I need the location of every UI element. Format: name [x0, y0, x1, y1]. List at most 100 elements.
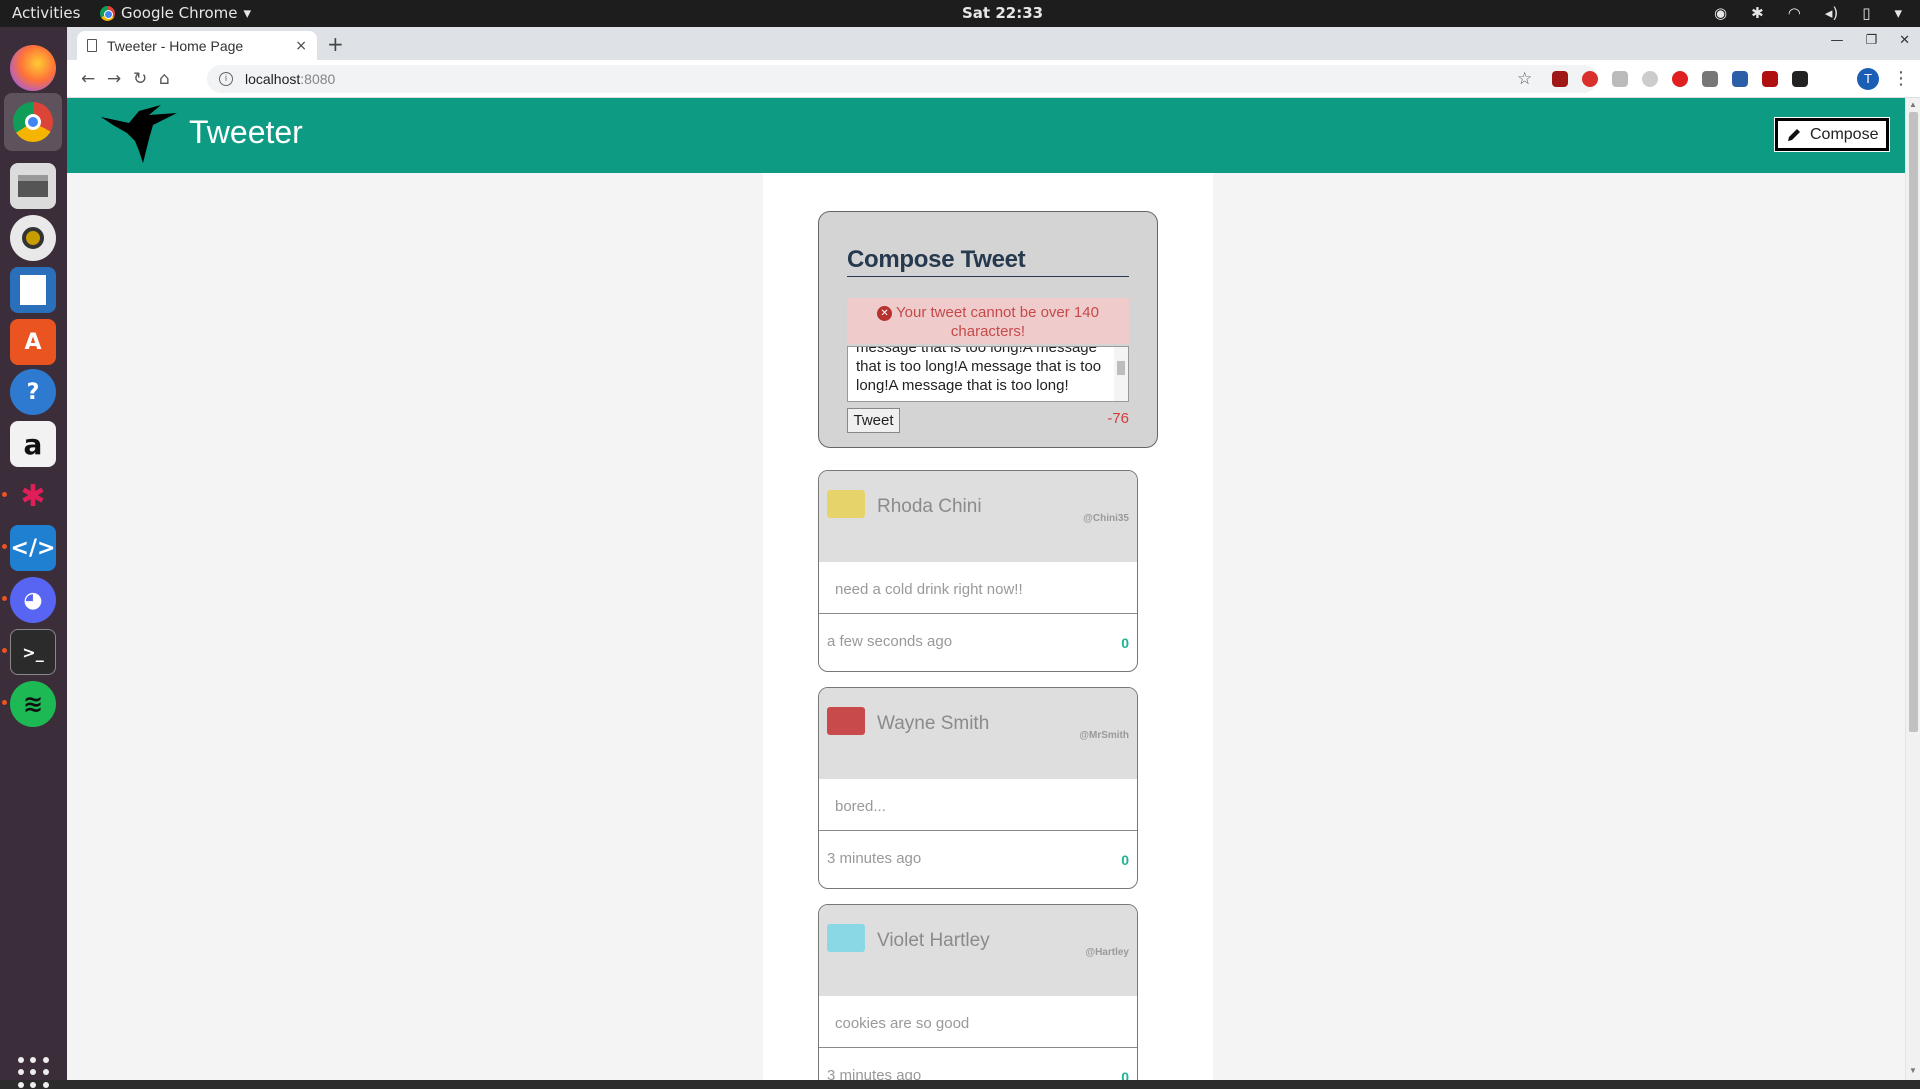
writer-icon[interactable] [10, 267, 56, 313]
divider [819, 1047, 1137, 1048]
show-applications-icon[interactable] [18, 1057, 50, 1089]
running-indicator [2, 492, 7, 497]
running-indicator [2, 596, 7, 601]
spotify-icon[interactable]: ≋ [10, 681, 56, 727]
wifi-icon[interactable]: ◠ [1788, 4, 1801, 22]
software-center-icon[interactable]: A [10, 319, 56, 365]
tweet-text: cookies are so good [835, 1015, 970, 1032]
site-header: Tweeter Compose [67, 98, 1905, 173]
compose-button[interactable]: Compose [1775, 118, 1890, 151]
tweet-author-name: Wayne Smith [877, 713, 990, 734]
pencil-icon [1788, 128, 1800, 141]
discord-tray-icon[interactable]: ◉ [1714, 4, 1727, 22]
close-window-button[interactable]: ✕ [1899, 33, 1910, 48]
bookmark-star-icon[interactable]: ☆ [1517, 69, 1532, 89]
maximize-button[interactable]: ❐ [1865, 33, 1877, 48]
page-icon [87, 39, 97, 52]
chrome-icon [13, 102, 53, 142]
scrollbar-thumb[interactable] [1909, 112, 1918, 732]
extensions-area [1552, 71, 1808, 87]
discord-icon[interactable]: ◕ [10, 577, 56, 623]
new-tab-button[interactable]: + [327, 32, 344, 56]
home-button[interactable]: ⌂ [159, 69, 170, 89]
toolbar: ← → ↻ ⌂ i localhost :8080 ☆ T ⋮ [67, 60, 1920, 98]
firefox-icon[interactable] [10, 45, 56, 91]
extension-icon[interactable] [1702, 71, 1718, 87]
browser-window: Tweeter - Home Page × + — ❐ ✕ ← → ↻ ⌂ i … [67, 27, 1920, 1080]
url-host: localhost [245, 71, 301, 87]
tweet-text: bored... [835, 798, 886, 815]
reload-button[interactable]: ↻ [133, 69, 147, 89]
extension-icon[interactable] [1792, 71, 1808, 87]
tweet-author-name: Violet Hartley [877, 930, 990, 951]
extension-icon[interactable] [1582, 71, 1598, 87]
tab-title: Tweeter - Home Page [107, 37, 244, 54]
site-info-icon[interactable]: i [219, 72, 233, 86]
window-controls: — ❐ ✕ [1830, 33, 1910, 48]
extension-icon[interactable] [1642, 71, 1658, 87]
slack-tray-icon[interactable]: ✱ [1751, 4, 1764, 22]
running-indicator [2, 700, 7, 705]
main-column: Compose Tweet ✕ Your tweet cannot be over… [763, 173, 1213, 1080]
forward-button[interactable]: → [107, 69, 121, 89]
avatar [827, 707, 865, 735]
tab-tweeter-home[interactable]: Tweeter - Home Page × [77, 31, 317, 60]
extension-icon[interactable] [1732, 71, 1748, 87]
battery-icon[interactable]: ▯ [1862, 4, 1870, 22]
extension-icon[interactable] [1762, 71, 1778, 87]
vscode-icon[interactable]: </> [10, 525, 56, 571]
tweet-textarea[interactable]: message that is too long!A message that … [847, 346, 1129, 402]
chrome-dock-item[interactable] [4, 93, 62, 151]
scroll-down-icon[interactable]: ▼ [1909, 1066, 1917, 1075]
hummingbird-logo-icon [101, 105, 177, 163]
help-icon[interactable]: ? [10, 369, 56, 415]
tweet-author-handle: @Hartley [1085, 947, 1129, 958]
volume-icon[interactable]: ◂) [1825, 4, 1838, 22]
textarea-scrollbar[interactable] [1114, 347, 1128, 401]
tweet-header: Rhoda Chini @Chini35 [819, 471, 1137, 562]
amazon-icon[interactable]: a [10, 421, 56, 467]
files-icon[interactable] [10, 163, 56, 209]
scroll-up-icon[interactable]: ▲ [1909, 100, 1917, 109]
app-menu[interactable]: Google Chrome ▾ [100, 4, 251, 22]
profile-avatar[interactable]: T [1857, 68, 1879, 90]
extension-icon[interactable] [1672, 71, 1688, 87]
tab-close-icon[interactable]: × [295, 38, 307, 54]
back-button[interactable]: ← [81, 69, 95, 89]
tweet-header: Violet Hartley @Hartley [819, 905, 1137, 996]
like-count[interactable]: 0 [1121, 1069, 1129, 1080]
terminal-icon[interactable]: >_ [10, 629, 56, 675]
like-count[interactable]: 0 [1121, 852, 1129, 868]
clock[interactable]: Sat 22:33 [962, 4, 1043, 22]
character-counter: -76 [1107, 410, 1129, 427]
like-count[interactable]: 0 [1121, 635, 1129, 651]
address-bar[interactable]: i localhost :8080 [207, 65, 1597, 93]
compose-tweet-panel: Compose Tweet ✕ Your tweet cannot be over… [818, 211, 1158, 448]
tweet-text: need a cold drink right now!! [835, 581, 1023, 598]
divider [819, 830, 1137, 831]
tweet-card: Rhoda Chini @Chini35 need a cold drink r… [818, 470, 1138, 672]
site-title: Tweeter [189, 114, 303, 150]
tweet-timestamp: 3 minutes ago [827, 850, 922, 867]
system-tray[interactable]: ◉ ✱ ◠ ◂) ▯ ▾ [1714, 4, 1902, 22]
extension-icon[interactable] [1612, 71, 1628, 87]
activities-button[interactable]: Activities [12, 4, 80, 22]
tweet-textarea-value: message that is too long!A message that … [856, 346, 1102, 394]
tweet-timestamp: a few seconds ago [827, 633, 953, 650]
error-x-icon: ✕ [877, 306, 893, 321]
rhythmbox-icon[interactable] [10, 215, 56, 261]
page-scrollbar[interactable]: ▲ ▼ [1905, 98, 1920, 1080]
power-menu-icon[interactable]: ▾ [1894, 4, 1902, 22]
url-port: :8080 [300, 71, 336, 87]
tweet-author-handle: @Chini35 [1083, 513, 1129, 524]
tweet-card: Wayne Smith @MrSmith bored... 3 minutes … [818, 687, 1138, 889]
tweet-button[interactable]: Tweet [847, 408, 900, 433]
slack-icon[interactable]: ✱ [10, 473, 56, 519]
tweet-card: Violet Hartley @Hartley cookies are so g… [818, 904, 1138, 1080]
tweet-author-name: Rhoda Chini [877, 496, 982, 517]
ublock-extension-icon[interactable] [1552, 71, 1568, 87]
chevron-down-icon: ▾ [243, 4, 252, 22]
minimize-button[interactable]: — [1830, 33, 1843, 48]
error-text: Your tweet cannot be over 140 characters… [896, 304, 1099, 340]
chrome-menu-icon[interactable]: ⋮ [1892, 68, 1910, 89]
